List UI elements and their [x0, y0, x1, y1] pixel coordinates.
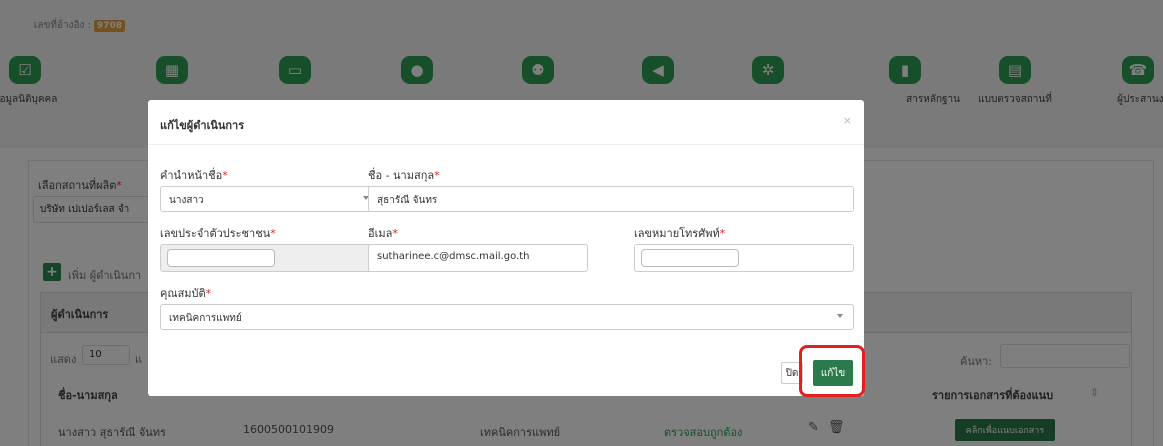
highlight-outline [799, 345, 865, 397]
qualification-select[interactable]: เทคนิคการแพทย์ [160, 304, 854, 330]
qualification-label: คุณสมบัติ* [160, 287, 212, 300]
modal-title: แก้ไขผู้ดำเนินการ [160, 119, 245, 132]
phone-masked-value [641, 249, 739, 267]
chevron-down-icon [837, 314, 843, 318]
idcard-label: เลขประจำตัวประชาชน* [160, 227, 276, 240]
idcard-masked-value [167, 249, 275, 267]
idcard-field[interactable] [160, 244, 380, 272]
email-field[interactable]: sutharinee.c@dmsc.mail.go.th [368, 244, 588, 272]
email-label: อีเมล* [368, 227, 398, 240]
modal-divider [148, 144, 864, 145]
prefix-label: คำนำหน้าชื่อ* [160, 169, 228, 182]
phone-label: เลขหมายโทรศัพท์* [634, 227, 726, 240]
close-icon[interactable]: × [843, 114, 852, 127]
prefix-select[interactable]: นางสาว [160, 186, 380, 212]
name-field[interactable]: สุธารัณี จันทร [368, 186, 854, 212]
edit-operator-modal: แก้ไขผู้ดำเนินการ × คำนำหน้าชื่อ* นางสาว… [148, 100, 865, 397]
phone-field[interactable] [634, 244, 854, 272]
name-label: ชื่อ - นามสกุล* [368, 169, 440, 182]
